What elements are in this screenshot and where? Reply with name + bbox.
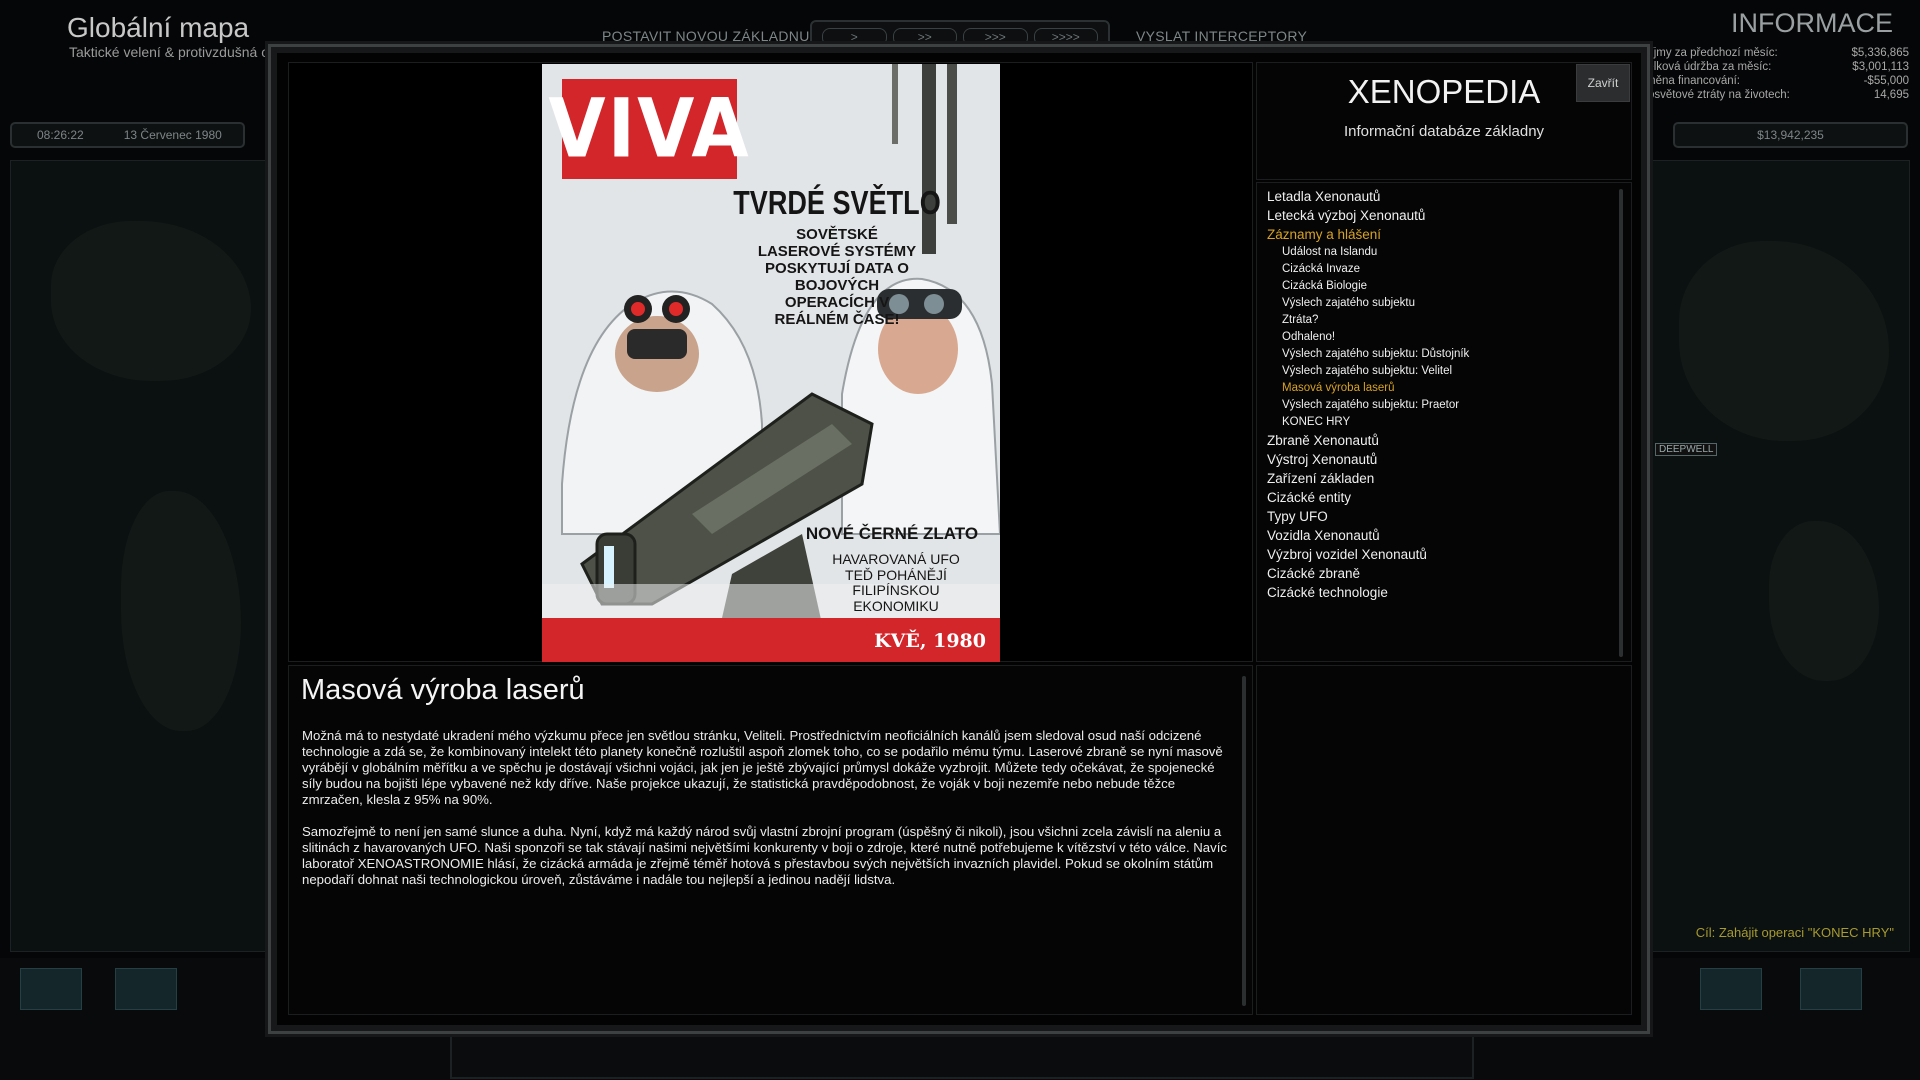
list-item[interactable]: Zařízení základen	[1267, 469, 1607, 488]
xenopedia-subtitle: Informační databáze základny	[1343, 123, 1545, 140]
list-item[interactable]: Zbraně Xenonautů	[1267, 431, 1607, 450]
stat-row: Příjmy za předchozí měsíc: $5,336,865	[1639, 46, 1909, 60]
stat-label: Změna financování:	[1639, 75, 1741, 87]
finance-stats: Příjmy za předchozí měsíc: $5,336,865 Cel…	[1639, 46, 1909, 102]
cover-issue-date: KVĚ, 1980	[874, 630, 986, 652]
article-paragraph: Možná má to nestydaté ukradení mého výzk…	[302, 728, 1223, 807]
list-subitem[interactable]: Výslech zajatého subjektu: Důstojník	[1267, 346, 1607, 363]
stat-value: -$55,000	[1863, 75, 1909, 87]
list-item[interactable]: Výzbroj vozidel Xenonautů	[1267, 545, 1607, 564]
cover-headline: TVRDÉ SVĚTLO	[733, 184, 941, 221]
stat-row: Celková údržba za měsíc: $3,001,113	[1639, 60, 1909, 74]
article-title: Masová výroba laserů	[301, 674, 585, 706]
funds-pill: $13,942,235	[1673, 122, 1908, 148]
bg-page-subtitle: Taktické velení & protivzdušná ol	[69, 44, 273, 60]
empty-side-panel	[1256, 665, 1632, 1015]
game-date: 13 Červenec 1980	[123, 128, 222, 142]
map-landmass	[121, 491, 241, 731]
map-landmass	[1679, 241, 1889, 441]
list-subitem[interactable]: Odhaleno!	[1267, 329, 1607, 346]
bg-page-title: Globální mapa	[67, 12, 250, 43]
funds-value: $13,942,235	[1757, 128, 1824, 142]
cover-deck-2: HAVAROVANÁ UFO TEĎ POHÁNĚJÍ FILIPÍNSKOU …	[832, 551, 960, 614]
article-panel: Masová výroba laserů Možná má to nestyda…	[288, 665, 1253, 1015]
cover-logo: VIVA	[548, 79, 749, 179]
list-subitem[interactable]: Ztráta?	[1267, 312, 1607, 329]
list-subitem[interactable]: KONEC HRY	[1267, 414, 1607, 431]
entry-list: Letadla Xenonautů Letecká výzboj Xenonau…	[1267, 187, 1607, 602]
list-subitem[interactable]: Výslech zajatého subjektu	[1267, 295, 1607, 312]
map-right[interactable]	[1648, 160, 1910, 952]
list-subitem[interactable]: Cizácká Biologie	[1267, 278, 1607, 295]
magazine-cover: VIVA TVRDÉ SVĚTLO SOVĚTSKÉ LASEROVÉ SYST…	[542, 64, 1000, 662]
build-base-button[interactable]: POSTAVIT NOVOU ZÁKLADNU	[602, 28, 810, 44]
send-interceptors-button[interactable]: VYSLAT INTERCEPTORY	[1136, 28, 1307, 44]
info-title: INFORMACE	[1731, 8, 1893, 38]
list-item[interactable]: Typy UFO	[1267, 507, 1607, 526]
close-button[interactable]: Zavřít	[1576, 64, 1630, 102]
article-body: Možná má to nestydaté ukradení mého výzk…	[302, 728, 1234, 904]
stat-row: Změna financování: -$55,000	[1639, 74, 1909, 88]
entry-list-panel: Letadla Xenonautů Letecká výzboj Xenonau…	[1256, 182, 1632, 662]
stat-value: $5,336,865	[1851, 47, 1909, 59]
list-subitem-selected[interactable]: Masová výroba laserů	[1267, 380, 1607, 397]
game-clock: 08:26:22	[37, 128, 84, 142]
map-landmass	[51, 221, 251, 381]
stat-value: 14,695	[1873, 89, 1909, 101]
list-item[interactable]: Výstroj Xenonautů	[1267, 450, 1607, 469]
console-screen	[115, 968, 177, 1010]
list-item[interactable]: Letadla Xenonautů	[1267, 187, 1607, 206]
cover-headline-2: NOVÉ ČERNÉ ZLATO	[805, 524, 979, 543]
list-subitem[interactable]: Výslech zajatého subjektu: Velitel	[1267, 363, 1607, 380]
console-screen	[20, 968, 82, 1010]
list-subitem[interactable]: Výslech zajatého subjektu: Praetor	[1267, 397, 1607, 414]
stat-row: elosvětové ztráty na životech: 14,695	[1639, 88, 1909, 102]
map-base-label[interactable]: DEEPWELL	[1655, 443, 1718, 456]
map-landmass	[1769, 521, 1879, 681]
clock-date-pill: 08:26:22 13 Červenec 1980	[10, 122, 245, 148]
list-subitem[interactable]: Cizácká Invaze	[1267, 261, 1607, 278]
console-screen	[1800, 968, 1862, 1010]
stat-value: $3,001,113	[1852, 61, 1909, 73]
stat-label: elosvětové ztráty na životech:	[1639, 89, 1790, 101]
list-item-selected-category[interactable]: Záznamy a hlášení	[1267, 225, 1607, 244]
list-item[interactable]: Cizácké entity	[1267, 488, 1607, 507]
list-item[interactable]: Cizácké technologie	[1267, 583, 1607, 602]
bottom-bar	[450, 1035, 1474, 1079]
list-item[interactable]: Vozidla Xenonautů	[1267, 526, 1607, 545]
map-left[interactable]	[10, 160, 272, 952]
console-screen	[1700, 968, 1762, 1010]
stat-label: Celková údržba za měsíc:	[1639, 61, 1772, 73]
xenopedia-title: XENOPEDIA	[1347, 73, 1541, 110]
list-item[interactable]: Cizácké zbraně	[1267, 564, 1607, 583]
objective-text: Cíl: Zahájit operaci "KONEC HRY"	[1695, 925, 1894, 940]
article-paragraph: Samozřejmě to není jen samé slunce a duh…	[302, 824, 1227, 887]
list-item[interactable]: Letecká výzboj Xenonautů	[1267, 206, 1607, 225]
article-scrollbar[interactable]	[1242, 676, 1246, 1006]
cover-deck: SOVĚTSKÉ LASEROVÉ SYSTÉMY POSKYTUJÍ DATA…	[757, 226, 917, 328]
list-subitem[interactable]: Událost na Islandu	[1267, 244, 1607, 261]
stat-label: Příjmy za předchozí měsíc:	[1639, 47, 1778, 59]
list-scrollbar[interactable]	[1619, 189, 1623, 657]
